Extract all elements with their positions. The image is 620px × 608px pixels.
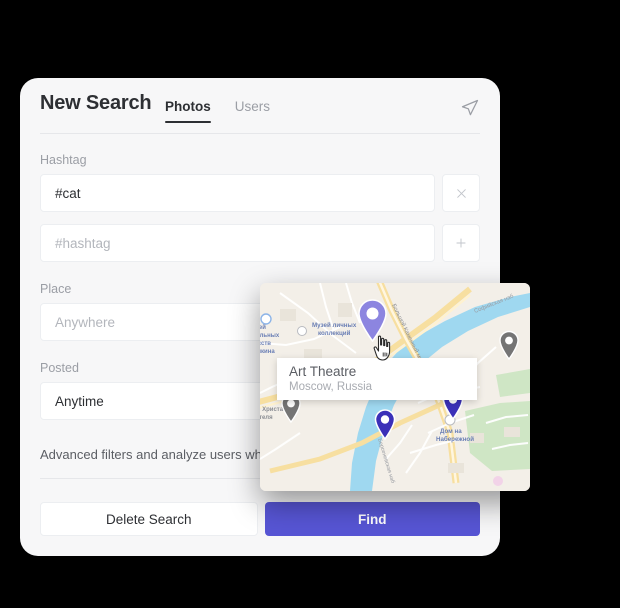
card-header: New Search Photos Users	[20, 78, 500, 133]
delete-search-button[interactable]: Delete Search	[40, 502, 258, 536]
remove-hashtag-button[interactable]	[442, 174, 480, 212]
screen: New Search Photos Users Hashtag #cat #ha…	[0, 0, 620, 608]
send-icon[interactable]	[460, 98, 480, 118]
svg-text:сителя: сителя	[260, 415, 273, 421]
hashtag-input[interactable]	[40, 174, 435, 212]
page-title: New Search	[40, 92, 152, 114]
hashtag-row-2	[20, 224, 500, 262]
map-place-tooltip: Art Theatre Moscow, Russia	[277, 358, 477, 400]
hand-cursor-icon	[373, 335, 391, 361]
add-hashtag-button[interactable]	[442, 224, 480, 262]
tooltip-title: Art Theatre	[289, 364, 357, 379]
map-preview-card[interactable]: Музей личных коллекций зей ательных исст…	[260, 283, 530, 491]
svg-text:коллекций: коллекций	[318, 330, 351, 337]
action-bar: Delete Search Find	[40, 502, 480, 536]
hashtag-input-empty[interactable]	[40, 224, 435, 262]
svg-text:ательных: ательных	[260, 333, 280, 339]
pin-blue-center[interactable]	[373, 408, 397, 440]
svg-text:Дом на: Дом на	[440, 428, 462, 435]
hashtag-row-1	[20, 174, 500, 212]
svg-text:Музей личных: Музей личных	[312, 322, 357, 329]
svg-text:исств: исств	[260, 341, 271, 347]
svg-text:Набережной: Набережной	[436, 436, 474, 443]
tab-users[interactable]: Users	[235, 99, 270, 123]
svg-text:зей: зей	[260, 324, 266, 331]
svg-text:шкина: шкина	[260, 349, 275, 355]
tooltip-subtitle: Moscow, Russia	[289, 381, 373, 393]
tab-bar: Photos Users	[165, 99, 270, 123]
hashtag-label: Hashtag	[40, 153, 87, 167]
find-button[interactable]: Find	[264, 502, 480, 536]
tab-photos[interactable]: Photos	[165, 99, 211, 123]
pin-gray-right[interactable]	[498, 330, 520, 360]
